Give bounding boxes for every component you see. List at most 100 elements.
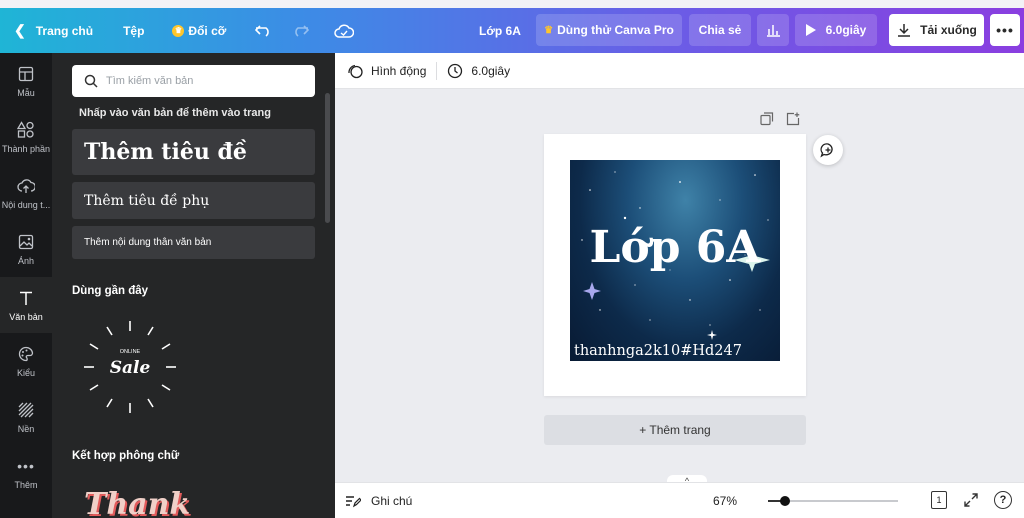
- rail-item-styles[interactable]: Kiểu: [0, 333, 52, 389]
- rail-item-background[interactable]: Nền: [0, 389, 52, 445]
- resize-button[interactable]: ♛ Đổi cỡ: [172, 8, 226, 53]
- template-icon: [16, 65, 36, 83]
- rail-label: Thêm: [14, 479, 38, 490]
- text-icon: [16, 289, 36, 307]
- clock-icon: [447, 63, 463, 79]
- cloud-save-button[interactable]: [330, 17, 358, 45]
- notes-button[interactable]: Ghi chú: [345, 483, 412, 518]
- share-button[interactable]: Chia sẻ: [689, 14, 751, 46]
- add-body-text-button[interactable]: Thêm nội dung thân văn bản: [72, 226, 315, 259]
- page-count-button[interactable]: 1: [931, 491, 947, 509]
- cloud-icon: [334, 23, 355, 38]
- animation-icon: [347, 63, 363, 79]
- rail-item-photos[interactable]: Ảnh: [0, 221, 52, 277]
- add-comment-button[interactable]: [813, 135, 843, 165]
- search-icon: [84, 74, 98, 88]
- recent-sale-template[interactable]: ONLINE Sale: [80, 317, 180, 417]
- download-button[interactable]: Tải xuống: [889, 14, 984, 46]
- rail-label: Thành phần: [1, 143, 51, 154]
- help-button[interactable]: ?: [994, 491, 1012, 509]
- panel-scrollbar[interactable]: [325, 93, 330, 223]
- panel-hint: Nhấp vào văn bản để thêm vào trang: [79, 107, 271, 119]
- design-image[interactable]: Lớp 6A thanhnga2k10#Hd247: [570, 160, 780, 361]
- window-top-strip: [0, 0, 1024, 8]
- home-label: Trang chủ: [35, 23, 94, 38]
- zoom-slider[interactable]: [768, 496, 898, 506]
- resize-label: Đổi cỡ: [188, 23, 227, 38]
- present-label: 6.0giây: [825, 23, 867, 37]
- left-rail: Mẫu Thành phần Nội dung t... Ảnh Văn bản…: [0, 53, 52, 518]
- search-box[interactable]: [72, 65, 315, 97]
- file-menu-button[interactable]: Tệp: [123, 8, 144, 53]
- chevron-left-icon: ❮: [14, 22, 26, 38]
- palette-icon: [16, 345, 36, 363]
- add-heading-button[interactable]: Thêm tiêu đề: [72, 129, 315, 175]
- more-icon: •••: [17, 457, 35, 474]
- font-combo-section-title: Kết hợp phông chữ: [72, 450, 180, 462]
- bar-chart-icon: [767, 25, 780, 37]
- sunburst-icon: ONLINE Sale: [84, 321, 176, 413]
- add-page-button[interactable]: + Thêm trang: [544, 415, 806, 445]
- bottom-bar: Ghi chú 67% 1 ?: [335, 482, 1024, 518]
- download-icon: [898, 24, 911, 37]
- text-panel: Nhấp vào văn bản để thêm vào trang Thêm …: [52, 53, 335, 518]
- undo-icon: [255, 24, 270, 37]
- photo-icon: [16, 233, 36, 251]
- expand-icon: [964, 493, 978, 507]
- rail-label: Nội dung t...: [1, 199, 51, 210]
- animate-label: Hình động: [371, 63, 427, 78]
- duplicate-page-button[interactable]: [760, 112, 774, 131]
- share-label: Chia sẻ: [698, 23, 742, 37]
- document-title[interactable]: Lớp 6A: [479, 8, 521, 53]
- insights-button[interactable]: [757, 14, 789, 46]
- zoom-slider-handle[interactable]: [780, 496, 790, 506]
- canvas-toolbar: Hình động 6.0giây: [335, 53, 1024, 89]
- notes-label: Ghi chú: [371, 494, 413, 508]
- zoom-level[interactable]: 67%: [713, 483, 737, 518]
- crown-icon: ♛: [172, 24, 185, 37]
- sale-big-text: Sale: [110, 358, 151, 378]
- search-input[interactable]: [106, 75, 296, 87]
- comment-icon: [820, 143, 833, 158]
- rail-label: Mẫu: [17, 87, 35, 98]
- add-page-icon-button[interactable]: [786, 112, 800, 131]
- rail-label: Kiểu: [16, 367, 35, 378]
- rail-label: Nền: [17, 423, 35, 434]
- present-button[interactable]: 6.0giây: [795, 14, 877, 46]
- duration-label: 6.0giây: [471, 63, 511, 78]
- sale-small-text: ONLINE: [120, 349, 141, 355]
- home-button[interactable]: ❮ Trang chủ: [14, 8, 93, 53]
- redo-button[interactable]: [286, 17, 314, 45]
- rail-item-more[interactable]: ••• Thêm: [0, 445, 52, 501]
- play-icon: [805, 24, 816, 36]
- notes-icon: [345, 494, 361, 508]
- crown-icon: ♛: [544, 24, 554, 36]
- add-subheading-button[interactable]: Thêm tiêu đề phụ: [72, 182, 315, 219]
- more-options-button[interactable]: •••: [990, 14, 1020, 46]
- file-label: Tệp: [123, 23, 145, 38]
- rail-item-templates[interactable]: Mẫu: [0, 53, 52, 109]
- rail-label: Văn bản: [9, 311, 43, 322]
- upload-icon: [16, 177, 36, 195]
- add-page-icon: [786, 112, 800, 126]
- fullscreen-button[interactable]: [963, 492, 979, 511]
- download-label: Tải xuống: [920, 23, 977, 37]
- rail-label: Ảnh: [17, 255, 34, 266]
- try-pro-label: Dùng thử Canva Pro: [557, 23, 674, 37]
- design-subtitle-text[interactable]: thanhnga2k10#Hd247: [574, 343, 742, 359]
- page-tools: [760, 112, 800, 131]
- rail-item-uploads[interactable]: Nội dung t...: [0, 165, 52, 221]
- redo-icon: [295, 24, 310, 37]
- undo-button[interactable]: [250, 17, 278, 45]
- background-icon: [16, 401, 36, 419]
- duration-button[interactable]: 6.0giây: [447, 53, 510, 88]
- rail-item-text[interactable]: Văn bản: [0, 277, 52, 333]
- rail-item-elements[interactable]: Thành phần: [0, 109, 52, 165]
- font-combo-thanks-template[interactable]: Thank: [84, 487, 190, 518]
- animate-button[interactable]: Hình động: [347, 53, 426, 88]
- elements-icon: [16, 120, 36, 139]
- try-pro-button[interactable]: ♛ Dùng thử Canva Pro: [536, 14, 682, 46]
- recent-section-title: Dùng gần đây: [72, 285, 149, 297]
- design-title-text[interactable]: Lớp 6A: [570, 222, 780, 273]
- top-bar: ❮ Trang chủ Tệp ♛ Đổi cỡ Lớp 6A ♛ Dùng t…: [0, 8, 1024, 53]
